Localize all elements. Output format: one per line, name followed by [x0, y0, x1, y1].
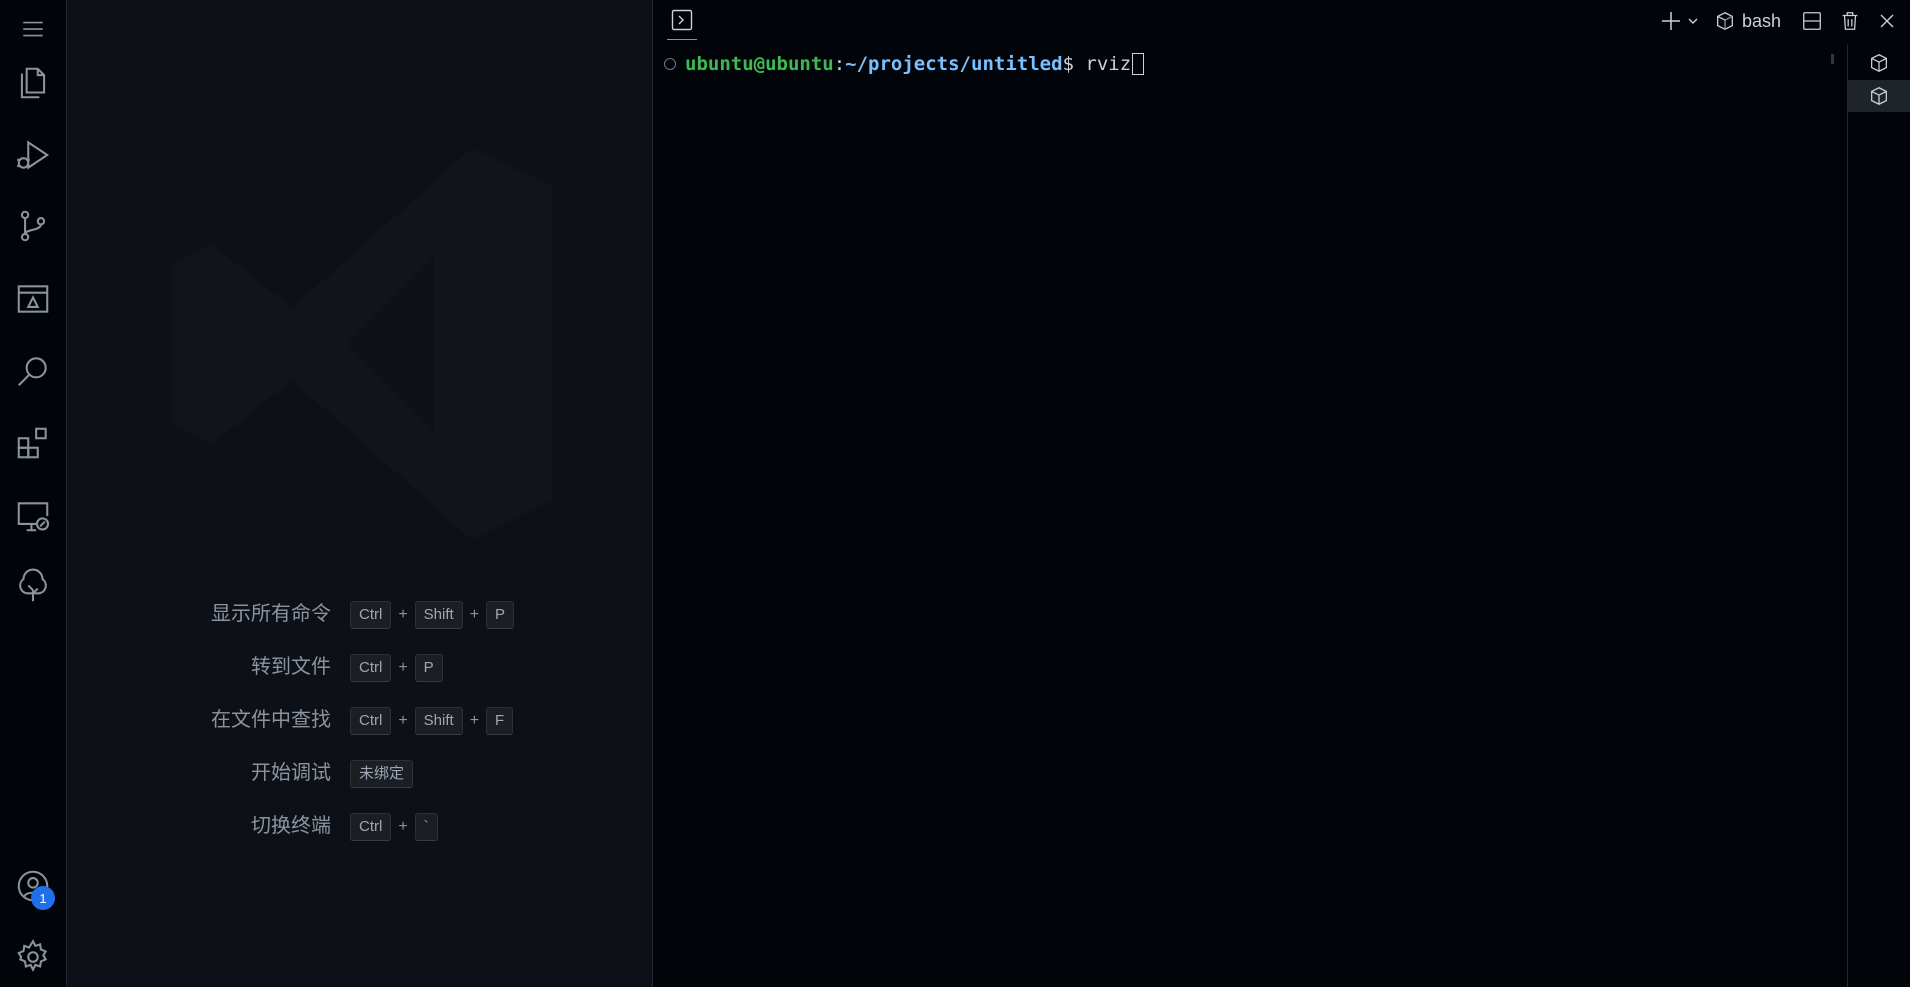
prompt-colon: :: [833, 53, 846, 75]
terminal-shell-selector[interactable]: bash: [1714, 10, 1781, 32]
cube-icon: [1871, 87, 1887, 105]
shortcut-row: 开始调试 未绑定: [67, 757, 653, 789]
menu-icon[interactable]: [0, 0, 66, 58]
keycap: P: [486, 601, 515, 629]
cube-icon: [1871, 54, 1887, 72]
tree-icon[interactable]: [0, 558, 66, 616]
shortcut-label: 转到文件: [251, 656, 331, 678]
keycap: Ctrl: [350, 654, 392, 682]
close-panel-button[interactable]: [1877, 11, 1897, 31]
kill-terminal-button[interactable]: [1839, 10, 1861, 32]
tab-terminal[interactable]: [667, 8, 697, 40]
prompt-dollar: $: [1062, 53, 1086, 75]
plus-icon: [1662, 12, 1680, 30]
prompt-user: ubuntu@ubuntu: [685, 53, 834, 75]
files-icon[interactable]: [0, 54, 66, 112]
keycap: P: [414, 654, 443, 682]
split-icon: [1803, 12, 1821, 30]
shortcut-keys: Ctrl + P: [350, 654, 443, 682]
terminal-instance-item[interactable]: [1848, 80, 1910, 112]
shortcut-keys: 未绑定: [350, 760, 414, 788]
cube-icon: [1717, 12, 1733, 30]
gear-icon[interactable]: [0, 928, 66, 986]
prompt-path: ~/projects/untitled: [845, 53, 1063, 75]
source-control-icon[interactable]: [0, 197, 66, 255]
new-terminal-button[interactable]: [1659, 9, 1683, 33]
terminal-profiles-dropdown[interactable]: [1685, 13, 1701, 29]
keycap: F: [486, 707, 514, 735]
terminal-instance-item[interactable]: [1848, 47, 1910, 79]
terminal-instance-list: [1847, 44, 1910, 987]
terminal-panel[interactable]: bash ubuntu@ubuntu: ~/projects/untitled $ …: [653, 0, 1910, 987]
shortcut-row: 转到文件 Ctrl + P: [67, 651, 653, 683]
shortcut-label: 切换终端: [251, 815, 331, 837]
terminal-icon: [671, 9, 693, 31]
vscode-logo-watermark: [172, 148, 552, 540]
keycap: Ctrl: [350, 707, 392, 735]
shortcut-label: 显示所有命令: [211, 603, 331, 625]
keycap: `: [414, 813, 438, 841]
keycap: Ctrl: [350, 813, 392, 841]
shortcut-row: 在文件中查找 Ctrl + Shift + F: [67, 704, 653, 736]
editor-area: 显示所有命令 Ctrl + Shift + P 转到文件 Ctrl + P 在文件中查…: [67, 0, 653, 987]
terminal-toolbar: bash: [1659, 6, 1897, 36]
remote-monitor-icon[interactable]: [0, 487, 66, 545]
terminal-output-line: ubuntu@ubuntu: ~/projects/untitled $ rviz: [664, 53, 1145, 75]
shortcut-row: 切换终端 Ctrl + `: [67, 810, 653, 842]
keycap: Shift: [414, 601, 463, 629]
split-terminal-button[interactable]: [1801, 10, 1823, 32]
terminal-command: rviz: [1085, 53, 1132, 75]
shortcut-row: 显示所有命令 Ctrl + Shift + P: [67, 598, 653, 630]
search-icon[interactable]: [0, 342, 66, 400]
remote-explorer-icon[interactable]: [0, 270, 66, 328]
accounts-icon[interactable]: [0, 857, 66, 915]
scrollbar-marker[interactable]: [1831, 54, 1834, 64]
command-decoration-icon: [664, 58, 676, 70]
keycap: Shift: [414, 707, 463, 735]
activity-bar: 1: [0, 0, 67, 987]
keycap: Ctrl: [350, 601, 392, 629]
extensions-icon[interactable]: [0, 414, 66, 472]
keycap: 未绑定: [350, 760, 414, 788]
terminal-cursor: [1132, 53, 1145, 75]
chevron-down-icon: [1688, 18, 1698, 24]
shortcut-keys: Ctrl + `: [350, 813, 438, 841]
shortcut-label: 在文件中查找: [211, 709, 331, 731]
close-icon: [1880, 14, 1894, 28]
shortcut-label: 开始调试: [251, 762, 331, 784]
shortcut-keys: Ctrl + Shift + F: [350, 707, 514, 735]
run-debug-icon[interactable]: [0, 126, 66, 184]
terminal-shell-label: bash: [1742, 10, 1782, 31]
shortcut-keys: Ctrl + Shift + P: [350, 601, 515, 629]
trash-icon: [1842, 12, 1858, 30]
accounts-badge: 1: [31, 886, 55, 910]
